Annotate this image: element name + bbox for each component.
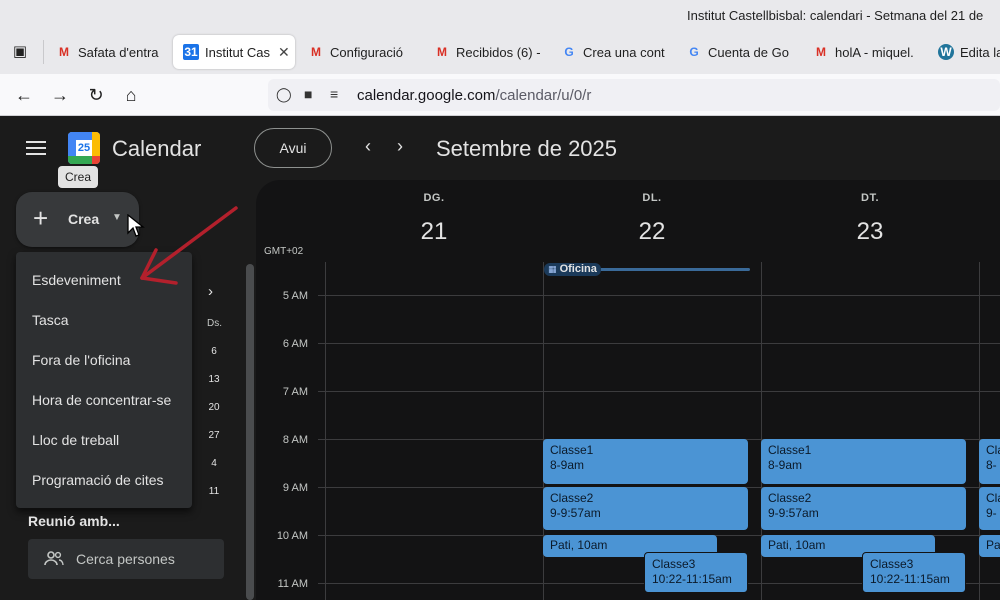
tab-close-icon[interactable]: ✕ [278,44,290,61]
sidebar-scrollbar[interactable] [246,264,254,600]
event-classe3-monday[interactable]: Classe3 10:22-11:15am [644,552,748,593]
gmail-icon: M [311,45,321,59]
event-classe3-tuesday[interactable]: Classe3 10:22-11:15am [862,552,966,593]
google-icon: G [689,45,699,59]
all-day-event-office[interactable]: ▦ Oficina [544,263,601,276]
reload-icon[interactable]: ↻ [84,83,108,107]
window-titlebar: Institut Castellbisbal: calendari - Setm… [0,0,1000,30]
tab-gmail-hola[interactable]: M holA - miquel. [803,35,921,69]
mini-calendar-day[interactable]: 11 [204,486,224,497]
url-bar[interactable]: ◯ ■ ≡ calendar.google.com/calendar/u/0/r [268,79,1000,111]
hour-line [318,295,1000,296]
window-title: Institut Castellbisbal: calendari - Setm… [687,8,984,23]
gmail-icon: M [816,45,826,59]
today-button[interactable]: Avui [254,128,332,168]
tab-separator [43,40,44,64]
menu-item-focus-time[interactable]: Hora de concentrar-se [16,380,192,420]
hour-label: 6 AM [282,338,308,350]
hour-label: 8 AM [282,434,308,446]
event-classe1-tuesday[interactable]: Classe1 8-9am [761,439,966,484]
month-title: Setembre de 2025 [436,136,618,161]
calendar-app: 25 Calendar Avui ‹ › Setembre de 2025 Cr… [0,116,1000,600]
search-people-input[interactable]: Cerca persones [28,539,224,579]
hour-label: 10 AM [276,530,308,542]
tab-google-create-account[interactable]: G Crea una cont [551,35,669,69]
day-header-tuesday[interactable]: DT. 23 [761,192,979,246]
home-icon[interactable]: ⌂ [119,83,143,107]
tab-gmail-settings[interactable]: M Configuració [298,35,416,69]
google-icon: G [564,45,574,59]
week-grid: DG. 21 DL. 22 DT. 23 GMT+02 ▦ Oficina 5 … [256,180,1000,600]
mini-calendar-day[interactable]: 4 [204,458,224,469]
app-name: Calendar [112,136,202,161]
wordpress-icon: W [938,44,954,60]
hour-line [318,391,1000,392]
event-cut-wednesday[interactable]: Cla 8- [979,439,1000,484]
next-week-icon[interactable]: › [388,136,412,157]
menu-item-out-of-office[interactable]: Fora de l'oficina [16,340,192,380]
timezone-label: GMT+02 [264,246,304,257]
tab-google-account[interactable]: G Cuenta de Go [676,35,794,69]
grid-line [325,262,326,600]
forward-arrow-icon[interactable]: → [48,83,72,107]
hour-label: 5 AM [282,290,308,302]
event-classe2-tuesday[interactable]: Classe2 9-9:57am [761,487,966,530]
tab-overview-icon[interactable]: ▣ [8,40,32,64]
tab-calendar[interactable]: 31 Institut Cas ✕ [173,35,295,69]
create-button-label: Crea [68,211,100,227]
hour-line [318,343,1000,344]
mini-calendar-dow: Ds. [207,318,222,329]
tab-gmail-received[interactable]: M Recibidos (6) - [424,35,542,69]
hour-label: 7 AM [282,386,308,398]
create-tooltip: Crea [58,166,99,188]
gmail-icon: M [59,45,69,59]
url-text[interactable]: calendar.google.com/calendar/u/0/r [357,87,591,104]
hour-label: 9 AM [282,482,308,494]
previous-week-icon[interactable]: ‹ [356,136,380,157]
day-header-sunday[interactable]: DG. 21 [325,192,543,246]
mini-calendar-day[interactable]: 13 [204,374,224,385]
annotation-arrow-icon [140,206,238,285]
gmail-icon: M [437,45,447,59]
mini-calendar-day[interactable]: 20 [204,402,224,413]
meet-with-title: Reunió amb... [28,513,120,529]
lock-icon[interactable]: ■ [304,86,312,102]
back-arrow-icon[interactable]: ← [12,83,36,107]
tab-wordpress-edit[interactable]: W Edita la [928,35,1000,69]
tab-gmail-inbox[interactable]: M Safata d'entra [46,35,164,69]
event-classe2-monday[interactable]: Classe2 9-9:57am [543,487,748,530]
mini-calendar-day[interactable]: 6 [204,346,224,357]
event-classe1-monday[interactable]: Classe1 8-9am [543,439,748,484]
permissions-icon[interactable]: ≡ [330,86,338,102]
main-menu-icon[interactable] [26,141,46,155]
shield-icon[interactable]: ◯ [276,86,292,103]
hour-label: 11 AM [277,578,308,590]
event-cut-wednesday[interactable]: Cla 9- [979,487,1000,530]
people-icon [44,551,64,566]
mini-calendar-day[interactable]: 27 [204,430,224,441]
event-cut-wednesday[interactable]: Pa [979,535,1000,557]
tab-strip: ▣ M Safata d'entra 31 Institut Cas ✕ M C… [0,30,1000,74]
building-icon: ▦ [548,264,557,274]
menu-item-working-location[interactable]: Lloc de treball [16,420,192,460]
navigation-bar: ← → ↻ ⌂ ◯ ■ ≡ calendar.google.com/calend… [0,74,1000,116]
menu-item-appointment-schedule[interactable]: Programació de cites [16,460,192,500]
calendar-icon: 31 [183,44,199,60]
calendar-logo-icon[interactable]: 25 [68,132,100,164]
menu-item-task[interactable]: Tasca [16,300,192,340]
plus-icon: + [33,203,49,233]
day-header-monday[interactable]: DL. 22 [543,192,761,246]
